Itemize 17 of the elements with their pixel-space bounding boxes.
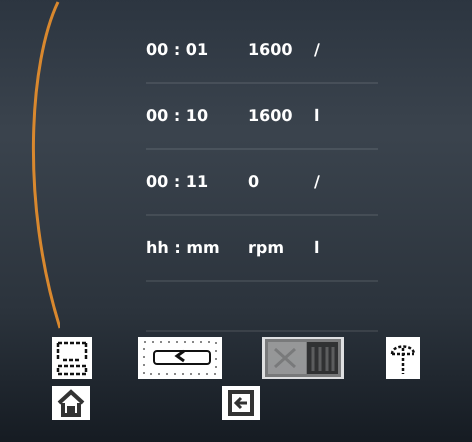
dashed-frame-button[interactable]	[52, 337, 92, 379]
time-value: 00 : 10	[146, 105, 210, 127]
speed-value: rpm	[248, 237, 286, 259]
home-button[interactable]	[52, 386, 90, 420]
tools-button[interactable]	[386, 337, 420, 379]
speed-value: 1600	[248, 39, 294, 61]
speed-value: 0	[248, 171, 260, 193]
exit-button[interactable]	[222, 386, 260, 420]
direction-value: /	[314, 39, 320, 61]
time-value: hh : mm	[146, 237, 221, 259]
back-arrow-button[interactable]	[138, 337, 222, 379]
speed-value: 1600	[248, 105, 294, 127]
time-value: 00 : 11	[146, 171, 210, 193]
time-value: 00 : 01	[146, 39, 210, 61]
direction-value: l	[314, 237, 320, 259]
direction-value: l	[314, 105, 320, 127]
direction-value: /	[314, 171, 320, 193]
